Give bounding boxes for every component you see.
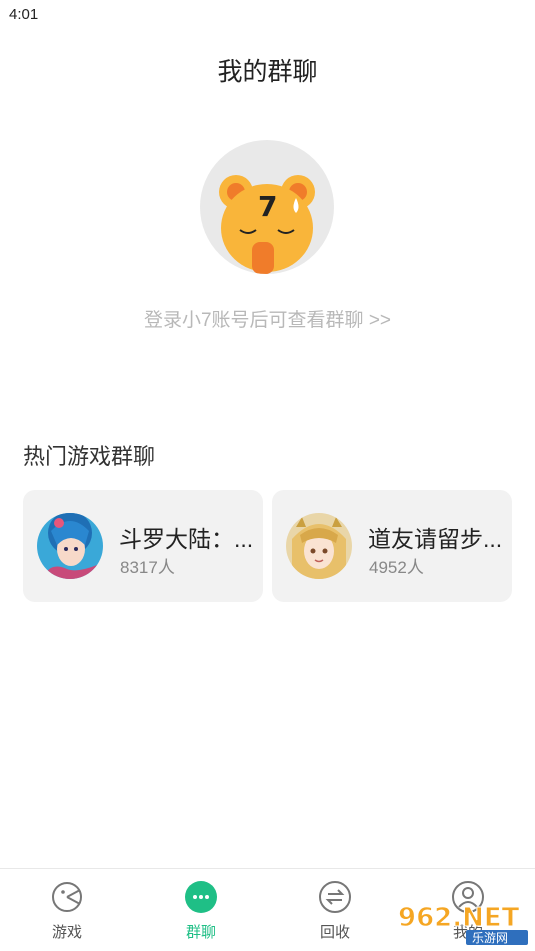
login-prompt-link[interactable]: 登录小7账号后可查看群聊 >> [0,305,535,332]
group-member-count: 8317人 [120,558,175,577]
svg-text:7: 7 [258,190,277,223]
watermark-logo: 962.NET 乐游网 [396,896,530,946]
status-bar: 4:01 [0,0,535,30]
exchange-icon [319,881,351,913]
group-avatar-image [286,513,352,579]
nav-item-group-chat[interactable]: 群聊 [134,869,268,951]
page-title: 我的群聊 [217,58,318,86]
watermark-subtext: 乐游网 [472,931,508,945]
watermark-text: 962.NET [398,903,520,933]
group-name: 斗罗大陆：... [119,526,254,552]
nav-label-games: 游戏 [51,924,82,941]
mascot-cat-icon: 7 [219,175,315,274]
group-member-count: 4952人 [369,558,424,577]
nav-label-recycle: 回收 [319,924,350,941]
status-time: 4:01 [9,6,39,23]
group-card[interactable]: 斗罗大陆：... 8317人 [23,490,263,602]
nav-item-games[interactable]: 游戏 [0,869,134,951]
group-name: 道友请留步... [368,526,503,552]
chat-icon [185,881,217,913]
login-mascot-illustration[interactable]: 7 [200,140,334,274]
gamepad-icon [52,882,82,912]
group-avatar-image [37,513,103,579]
group-avatar [286,513,352,579]
group-avatar [37,513,103,579]
nav-item-recycle[interactable]: 回收 [268,869,402,951]
hot-groups-title: 热门游戏群聊 [23,444,156,469]
nav-label-group-chat: 群聊 [185,924,216,941]
group-card[interactable]: 道友请留步... 4952人 [272,490,512,602]
